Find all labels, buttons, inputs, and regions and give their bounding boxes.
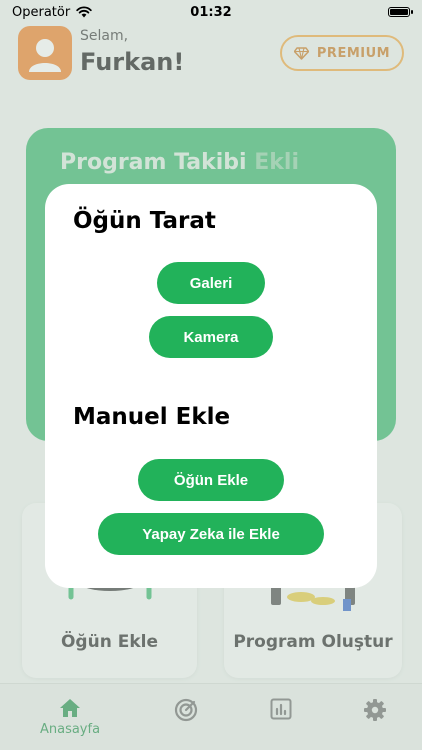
- meal-scan-modal: Öğün Tarat Galeri Kamera Manuel Ekle Öğü…: [45, 184, 377, 588]
- add-meal-button[interactable]: Öğün Ekle: [138, 459, 284, 501]
- gallery-button[interactable]: Galeri: [157, 262, 265, 304]
- ai-add-button[interactable]: Yapay Zeka ile Ekle: [98, 513, 324, 555]
- status-bar: Operatör 01:32: [0, 0, 422, 24]
- status-left: Operatör: [12, 5, 92, 20]
- camera-button[interactable]: Kamera: [149, 316, 273, 358]
- wifi-icon: [76, 6, 92, 18]
- scan-heading: Öğün Tarat: [73, 208, 216, 234]
- battery-icon: [388, 7, 413, 17]
- manual-heading: Manuel Ekle: [73, 404, 231, 430]
- carrier-label: Operatör: [12, 4, 71, 20]
- status-time: 01:32: [190, 4, 232, 20]
